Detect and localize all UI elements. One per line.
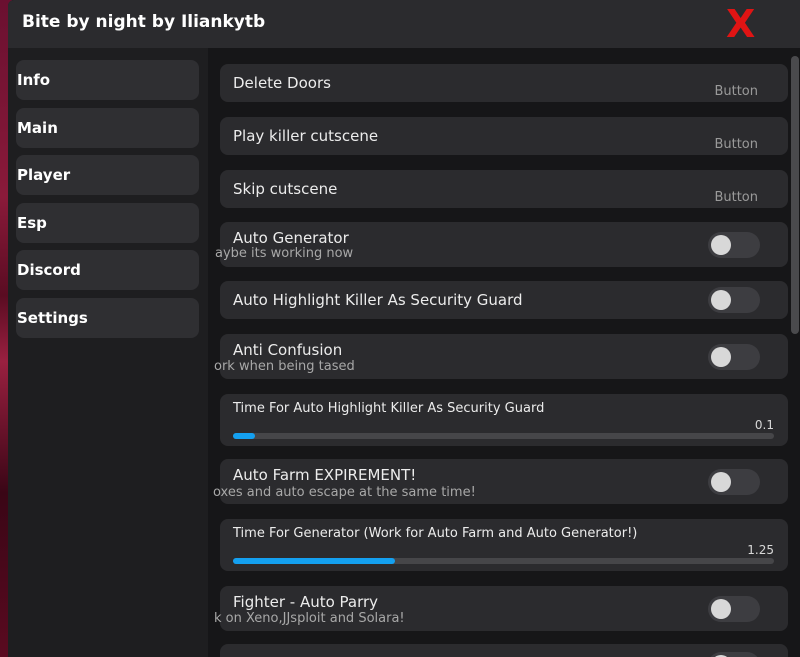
sidebar-item-label: Main <box>17 119 58 137</box>
auto-highlight-toggle[interactable] <box>708 287 760 313</box>
row-title: Auto Generator <box>233 229 349 247</box>
row-description: oxes and auto escape at the same time! <box>213 485 476 500</box>
auto-generator-toggle[interactable] <box>708 232 760 258</box>
row-title: Delete Doors <box>233 74 331 92</box>
button-hint: Button <box>714 137 758 152</box>
slider-fill <box>233 433 255 439</box>
toggle-knob <box>711 472 731 492</box>
toggle-knob <box>711 599 731 619</box>
sidebar-item-label: Info <box>17 71 51 89</box>
title-bar[interactable]: Bite by night by Iliankytb X <box>8 0 800 48</box>
row-title: Auto Farm EXPIREMENT! <box>233 466 417 484</box>
next-toggle[interactable] <box>708 652 760 657</box>
sidebar-item-label: Player <box>17 166 71 184</box>
slider-value: 0.1 <box>754 418 774 432</box>
time-highlight-slider-row: Time For Auto Highlight Killer As Securi… <box>220 394 788 446</box>
sidebar: Info Main Player Esp Discord Settings <box>8 48 208 657</box>
sidebar-item-main[interactable]: Main <box>16 108 199 148</box>
row-title: Play killer cutscene <box>233 127 379 145</box>
sub-clip: ork when being tased <box>208 359 408 379</box>
delete-doors-button[interactable]: Delete Doors Button <box>220 64 788 102</box>
sidebar-item-player[interactable]: Player <box>16 155 199 195</box>
close-button[interactable]: X <box>726 2 755 46</box>
play-killer-cutscene-button[interactable]: Play killer cutscene Button <box>220 117 788 155</box>
time-generator-slider-row: Time For Generator (Work for Auto Farm a… <box>220 519 788 571</box>
time-highlight-slider[interactable] <box>233 433 774 439</box>
time-generator-slider[interactable] <box>233 558 774 564</box>
skip-cutscene-button[interactable]: Skip cutscene Button <box>220 170 788 208</box>
toggle-knob <box>711 347 731 367</box>
slider-label: Time For Auto Highlight Killer As Securi… <box>233 401 545 416</box>
row-description: ork when being tased <box>214 359 355 374</box>
content-scrollbar[interactable] <box>791 56 799 334</box>
fighter-parry-toggle[interactable] <box>708 596 760 622</box>
sub-clip: k on Xeno,JJsploit and Solara! <box>208 611 508 631</box>
auto-farm-toggle[interactable] <box>708 469 760 495</box>
toggle-knob <box>711 290 731 310</box>
slider-fill <box>233 558 396 564</box>
sidebar-item-esp[interactable]: Esp <box>16 203 199 243</box>
sidebar-item-label: Discord <box>17 261 81 279</box>
sub-clip: oxes and auto escape at the same time! <box>208 485 508 505</box>
auto-highlight-row: Auto Highlight Killer As Security Guard <box>220 281 788 319</box>
sidebar-item-discord[interactable]: Discord <box>16 250 199 290</box>
row-title: Anti Confusion <box>233 341 343 359</box>
sidebar-item-info[interactable]: Info <box>16 60 199 100</box>
sidebar-item-label: Esp <box>17 214 47 232</box>
content-panel[interactable]: Delete Doors Button Play killer cutscene… <box>208 48 800 657</box>
row-description: aybe its working now <box>215 246 354 261</box>
sidebar-item-label: Settings <box>17 309 88 327</box>
anti-confusion-toggle[interactable] <box>708 344 760 370</box>
row-description: k on Xeno,JJsploit and Solara! <box>214 611 405 626</box>
script-window: Bite by night by Iliankytb X Info Main P… <box>8 0 800 657</box>
button-hint: Button <box>714 84 758 99</box>
row-title: Auto Highlight Killer As Security Guard <box>233 291 523 309</box>
slider-label: Time For Generator (Work for Auto Farm a… <box>233 526 638 541</box>
slider-value: 1.25 <box>747 543 774 557</box>
window-title: Bite by night by Iliankytb <box>22 12 266 32</box>
row-title: Skip cutscene <box>233 180 338 198</box>
button-hint: Button <box>714 190 758 205</box>
next-row-partial <box>220 644 788 657</box>
toggle-knob <box>711 235 731 255</box>
row-title: Fighter - Auto Parry <box>233 593 379 611</box>
sub-clip: aybe its working now <box>208 246 408 266</box>
sidebar-item-settings[interactable]: Settings <box>16 298 199 338</box>
